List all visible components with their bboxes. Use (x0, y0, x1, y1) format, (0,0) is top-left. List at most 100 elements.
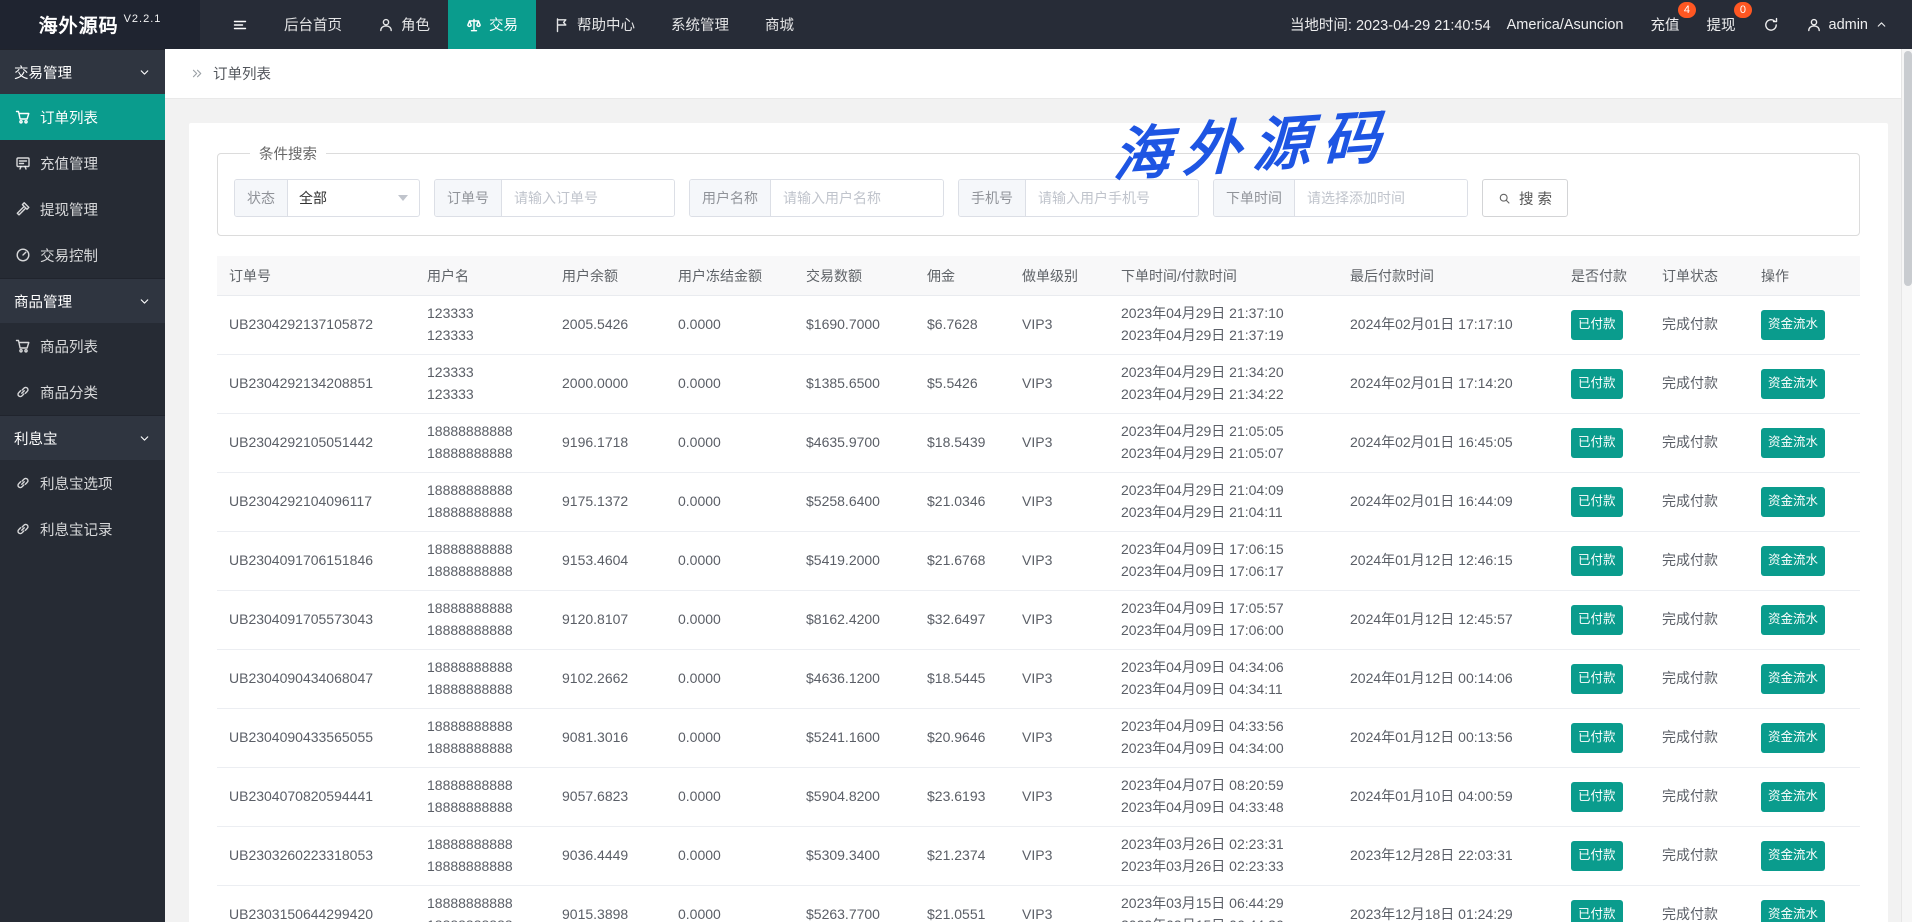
sidebar-item-withdraw[interactable]: 提现管理 (0, 186, 165, 232)
funds-flow-button[interactable]: 资金流水 (1761, 664, 1825, 693)
cell-trade-amount: $5309.3400 (794, 845, 915, 867)
cell-frozen-amount: 0.0000 (666, 491, 794, 513)
paid-status-badge: 已付款 (1571, 487, 1623, 516)
scales-icon (466, 17, 482, 33)
sidebar-group-trade[interactable]: 交易管理 (0, 49, 165, 94)
cell-order-no: UB2304070820594441 (217, 786, 415, 808)
chevron-down-icon (138, 432, 151, 445)
order-list-panel: 条件搜索 状态 全部 订单号 用户名称 手 (189, 123, 1888, 922)
cell-last-pay-time: 2024年02月01日 17:17:10 (1338, 314, 1559, 336)
search-button[interactable]: 搜 索 (1482, 179, 1568, 217)
cell-trade-amount: $5263.7700 (794, 904, 915, 922)
order-no-input[interactable] (502, 180, 674, 216)
cell-commission: $21.2374 (915, 845, 1010, 867)
cell-order-pay-time: 2023年04月29日 21:37:102023年04月29日 21:37:19 (1109, 303, 1338, 346)
funds-flow-button[interactable]: 资金流水 (1761, 487, 1825, 516)
funds-flow-button[interactable]: 资金流水 (1761, 310, 1825, 339)
sidebar-item-goods-category[interactable]: 商品分类 (0, 369, 165, 415)
order-time-label: 下单时间 (1214, 180, 1295, 216)
cell-balance: 2000.0000 (550, 373, 666, 395)
nav-help-center[interactable]: 帮助中心 (536, 0, 653, 49)
funds-flow-button[interactable]: 资金流水 (1761, 428, 1825, 457)
nav-mall[interactable]: 商城 (747, 0, 812, 49)
funds-flow-button[interactable]: 资金流水 (1761, 900, 1825, 922)
order-time-field: 下单时间 (1213, 179, 1468, 217)
cell-balance: 9036.4449 (550, 845, 666, 867)
refresh-button[interactable] (1763, 17, 1779, 33)
order-time-input[interactable] (1295, 180, 1467, 216)
recharge-notice-button[interactable]: 充值 4 (1651, 14, 1680, 35)
order-no-field: 订单号 (434, 179, 675, 217)
cell-last-pay-time: 2024年02月01日 16:44:09 (1338, 491, 1559, 513)
cell-commission: $23.6193 (915, 786, 1010, 808)
nav-trade[interactable]: 交易 (448, 0, 536, 49)
flag-icon (554, 17, 570, 33)
cell-commission: $20.9646 (915, 727, 1010, 749)
cell-level: VIP3 (1010, 668, 1109, 690)
cell-order-pay-time: 2023年04月09日 04:34:062023年04月09日 04:34:11 (1109, 657, 1338, 700)
sidebar-item-interest-records[interactable]: 利息宝记录 (0, 506, 165, 552)
cell-trade-amount: $5419.2000 (794, 550, 915, 572)
app-version: V2.2.1 (124, 13, 162, 25)
status-select[interactable]: 全部 (288, 180, 419, 216)
funds-flow-button[interactable]: 资金流水 (1761, 841, 1825, 870)
admin-menu[interactable]: admin (1806, 17, 1889, 33)
cell-order-no: UB2304292137105872 (217, 314, 415, 336)
search-icon (1498, 192, 1511, 205)
cell-order-pay-time: 2023年03月26日 02:23:312023年03月26日 02:23:33 (1109, 834, 1338, 877)
cell-level: VIP3 (1010, 314, 1109, 336)
cell-commission: $5.5426 (915, 373, 1010, 395)
cell-balance: 9196.1718 (550, 432, 666, 454)
nav-roles[interactable]: 角色 (360, 0, 448, 49)
cell-username: 1888888888818888888888 (415, 539, 550, 582)
cell-balance: 9015.3898 (550, 904, 666, 922)
cell-commission: $32.6497 (915, 609, 1010, 631)
withdraw-notice-button[interactable]: 提现 0 (1707, 14, 1736, 35)
sidebar-group-interest[interactable]: 利息宝 (0, 415, 165, 460)
sidebar-item-recharge[interactable]: 充值管理 (0, 140, 165, 186)
funds-flow-button[interactable]: 资金流水 (1761, 782, 1825, 811)
cell-frozen-amount: 0.0000 (666, 845, 794, 867)
sidebar-item-interest-options[interactable]: 利息宝选项 (0, 460, 165, 506)
cell-username: 1888888888818888888888 (415, 834, 550, 877)
scrollbar-thumb[interactable] (1904, 51, 1912, 286)
cell-last-pay-time: 2024年01月12日 12:45:57 (1338, 609, 1559, 631)
search-form: 状态 全部 订单号 用户名称 手机号 (234, 179, 1843, 217)
cell-trade-amount: $1385.6500 (794, 373, 915, 395)
paid-status-badge: 已付款 (1571, 310, 1623, 339)
nav-system[interactable]: 系统管理 (653, 0, 747, 49)
username-input[interactable] (771, 180, 943, 216)
paid-status-badge: 已付款 (1571, 841, 1623, 870)
sidebar-item-trade-control[interactable]: 交易控制 (0, 232, 165, 278)
sidebar-item-goods-list[interactable]: 商品列表 (0, 323, 165, 369)
funds-flow-button[interactable]: 资金流水 (1761, 369, 1825, 398)
topbar-right: 当地时间: 2023-04-29 21:40:54 America/Asunci… (1290, 0, 1912, 49)
table-header-row: 订单号 用户名 用户余额 用户冻结金额 交易数额 佣金 做单级别 下单时间/付款… (217, 256, 1860, 296)
cell-trade-amount: $4636.1200 (794, 668, 915, 690)
app-logo: 海外源码 V2.2.1 (0, 0, 200, 49)
funds-flow-button[interactable]: 资金流水 (1761, 546, 1825, 575)
funds-flow-button[interactable]: 资金流水 (1761, 605, 1825, 634)
cell-order-no: UB2303150644299420 (217, 904, 415, 922)
cell-trade-amount: $1690.7000 (794, 314, 915, 336)
table-row: UB2304292134208851 123333123333 2000.000… (217, 355, 1860, 414)
user-icon (378, 17, 394, 33)
cell-commission: $18.5445 (915, 668, 1010, 690)
chevron-down-icon (138, 295, 151, 308)
sidebar-group-goods[interactable]: 商品管理 (0, 278, 165, 323)
link-icon (15, 521, 31, 537)
select-caret-icon (398, 195, 408, 201)
username-field: 用户名称 (689, 179, 944, 217)
table-row: UB2304292105051442 188888888881888888888… (217, 414, 1860, 473)
cell-order-status: 完成付款 (1650, 904, 1749, 922)
funds-flow-button[interactable]: 资金流水 (1761, 723, 1825, 752)
sidebar-item-order-list[interactable]: 订单列表 (0, 94, 165, 140)
recharge-badge: 4 (1678, 2, 1695, 18)
nav-dashboard[interactable]: 后台首页 (266, 0, 360, 49)
hamburger-menu-icon[interactable] (214, 0, 266, 49)
cell-frozen-amount: 0.0000 (666, 373, 794, 395)
cell-username: 1888888888818888888888 (415, 775, 550, 818)
cell-level: VIP3 (1010, 550, 1109, 572)
cell-order-pay-time: 2023年04月29日 21:04:092023年04月29日 21:04:11 (1109, 480, 1338, 523)
phone-input[interactable] (1026, 180, 1198, 216)
